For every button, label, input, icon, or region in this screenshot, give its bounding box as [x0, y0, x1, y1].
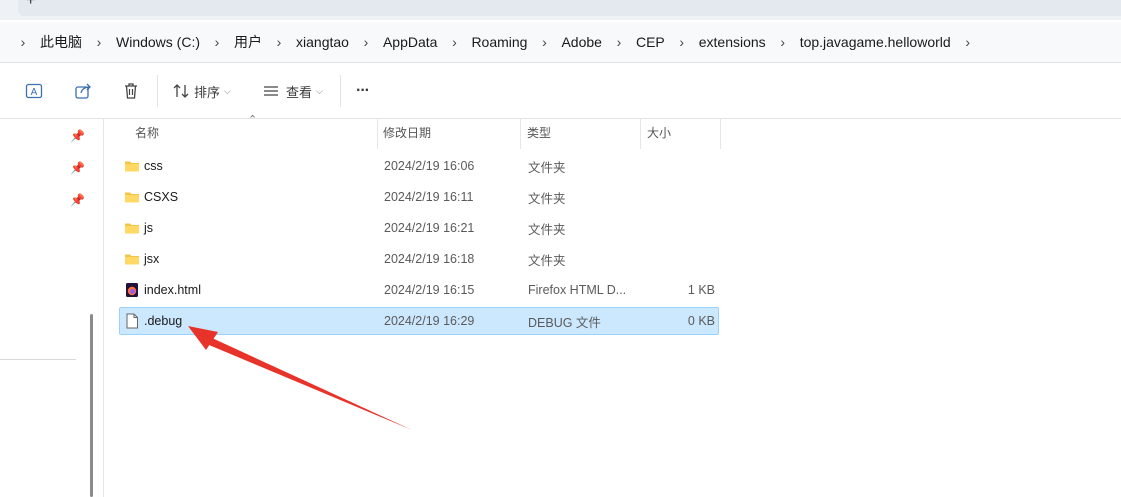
- share-icon: [75, 83, 91, 99]
- pin-icon[interactable]: 📌: [70, 193, 85, 207]
- file-date: 2024/2/19 16:15: [384, 283, 475, 297]
- sort-ascending-icon: ⌃: [248, 114, 258, 126]
- file-date: 2024/2/19 16:29: [384, 314, 475, 328]
- delete-button[interactable]: [121, 77, 141, 105]
- column-header-size[interactable]: 大小: [647, 119, 671, 145]
- file-name: js: [144, 221, 154, 235]
- chevron-right-icon[interactable]: ›: [955, 34, 981, 50]
- nav-divider: [0, 359, 76, 360]
- file-date: 2024/2/19 16:21: [384, 221, 475, 235]
- pin-icon[interactable]: 📌: [70, 129, 85, 143]
- chevron-down-icon: ⌵: [316, 85, 323, 96]
- file-size: 1 KB: [687, 283, 715, 297]
- file-type: 文件夹: [528, 160, 566, 175]
- view-button[interactable]: 查看 ⌵: [262, 77, 323, 105]
- file-type: 文件夹: [528, 222, 566, 237]
- file-date: 2024/2/19 16:06: [384, 159, 475, 173]
- share-button[interactable]: [73, 77, 93, 105]
- file-row[interactable]: css 2024/2/19 16:06 文件夹: [119, 152, 719, 180]
- breadcrumb-item-extensions[interactable]: extensions: [695, 34, 770, 50]
- chevron-right-icon[interactable]: ›: [86, 34, 112, 50]
- file-name: jsx: [144, 252, 160, 266]
- breadcrumb-item-cep[interactable]: CEP: [632, 34, 669, 50]
- file-date: 2024/2/19 16:11: [384, 190, 474, 204]
- file-type: 文件夹: [528, 253, 566, 268]
- column-header-date[interactable]: 修改日期: [383, 119, 431, 145]
- toolbar-separator: [340, 75, 341, 107]
- file-row[interactable]: js 2024/2/19 16:21 文件夹: [119, 214, 719, 242]
- file-name: CSXS: [144, 190, 179, 204]
- breadcrumb: › 此电脑 › Windows (C:) › 用户 › xiangtao › A…: [10, 22, 981, 62]
- file-name: css: [144, 159, 163, 173]
- file-size: [640, 153, 715, 179]
- file-row[interactable]: jsx 2024/2/19 16:18 文件夹: [119, 245, 719, 273]
- file-date: 2024/2/19 16:18: [384, 252, 475, 266]
- breadcrumb-item-windows-c[interactable]: Windows (C:): [112, 34, 204, 50]
- toolbar-separator: [157, 75, 158, 107]
- sort-icon: [173, 84, 189, 98]
- view-label: 查看: [286, 84, 313, 100]
- file-size: [640, 246, 715, 272]
- command-bar: A 排序 ⌵ 查看 ⌵ ···: [0, 63, 1121, 119]
- file-type: Firefox HTML D...: [528, 283, 627, 297]
- chevron-right-icon[interactable]: ›: [531, 34, 557, 50]
- breadcrumb-item-appdata[interactable]: AppData: [379, 34, 441, 50]
- view-icon: [264, 86, 278, 96]
- tab-strip: +: [0, 0, 1121, 20]
- pin-icon[interactable]: 📌: [70, 161, 85, 175]
- chevron-right-icon[interactable]: ›: [770, 34, 796, 50]
- column-divider[interactable]: [640, 119, 641, 149]
- column-divider[interactable]: [377, 119, 378, 149]
- column-divider[interactable]: [720, 119, 721, 149]
- folder-icon: [125, 223, 139, 234]
- active-tab[interactable]: [18, 0, 1121, 16]
- file-size: 0 KB: [687, 314, 715, 328]
- column-header-type[interactable]: 类型: [527, 119, 551, 145]
- file-name: index.html: [144, 283, 201, 297]
- rename-button[interactable]: A: [24, 77, 44, 105]
- folder-icon: [125, 192, 139, 203]
- chevron-right-icon[interactable]: ›: [441, 34, 467, 50]
- sort-button[interactable]: 排序 ⌵: [172, 77, 231, 105]
- column-divider[interactable]: [520, 119, 521, 149]
- file-type: DEBUG 文件: [528, 315, 601, 330]
- file-size: [640, 184, 715, 210]
- file-list: ⌃ 名称 修改日期 类型 大小 css 2024/2/19 16:06 文件夹 …: [104, 114, 1121, 497]
- breadcrumb-item-xiangtao[interactable]: xiangtao: [292, 34, 353, 50]
- new-tab-button[interactable]: +: [26, 0, 35, 10]
- navigation-pane: 📌 📌 📌: [0, 119, 104, 497]
- blank-file-icon: [126, 313, 138, 329]
- firefox-html-icon: [126, 283, 138, 297]
- folder-icon: [125, 254, 139, 265]
- file-row-selected[interactable]: .debug 2024/2/19 16:29 DEBUG 文件 0 KB: [119, 307, 719, 335]
- column-header-name[interactable]: 名称: [135, 119, 159, 145]
- address-bar[interactable]: › 此电脑 › Windows (C:) › 用户 › xiangtao › A…: [0, 22, 1121, 63]
- trash-icon: [125, 83, 137, 99]
- chevron-down-icon: ⌵: [224, 85, 231, 96]
- file-type: 文件夹: [528, 191, 566, 206]
- breadcrumb-item-users[interactable]: 用户: [230, 32, 266, 52]
- nav-scrollbar[interactable]: [90, 314, 93, 497]
- chevron-right-icon[interactable]: ›: [204, 34, 230, 50]
- more-options-button[interactable]: ···: [356, 77, 370, 105]
- breadcrumb-item-adobe[interactable]: Adobe: [557, 34, 605, 50]
- breadcrumb-item-roaming[interactable]: Roaming: [467, 34, 531, 50]
- file-row[interactable]: index.html 2024/2/19 16:15 Firefox HTML …: [119, 276, 719, 304]
- chevron-right-icon[interactable]: ›: [353, 34, 379, 50]
- chevron-right-icon[interactable]: ›: [669, 34, 695, 50]
- chevron-right-icon[interactable]: ›: [266, 34, 292, 50]
- chevron-right-icon[interactable]: ›: [10, 34, 36, 50]
- file-row[interactable]: CSXS 2024/2/19 16:11 文件夹: [119, 183, 719, 211]
- rename-icon: A: [25, 83, 43, 99]
- file-size: [640, 215, 715, 241]
- breadcrumb-item-this-pc[interactable]: 此电脑: [36, 32, 86, 52]
- breadcrumb-item-current-folder[interactable]: top.javagame.helloworld: [796, 34, 955, 50]
- sort-label: 排序: [194, 84, 221, 100]
- chevron-right-icon[interactable]: ›: [606, 34, 632, 50]
- file-name: .debug: [144, 314, 183, 328]
- svg-text:A: A: [31, 87, 38, 98]
- folder-icon: [125, 161, 139, 172]
